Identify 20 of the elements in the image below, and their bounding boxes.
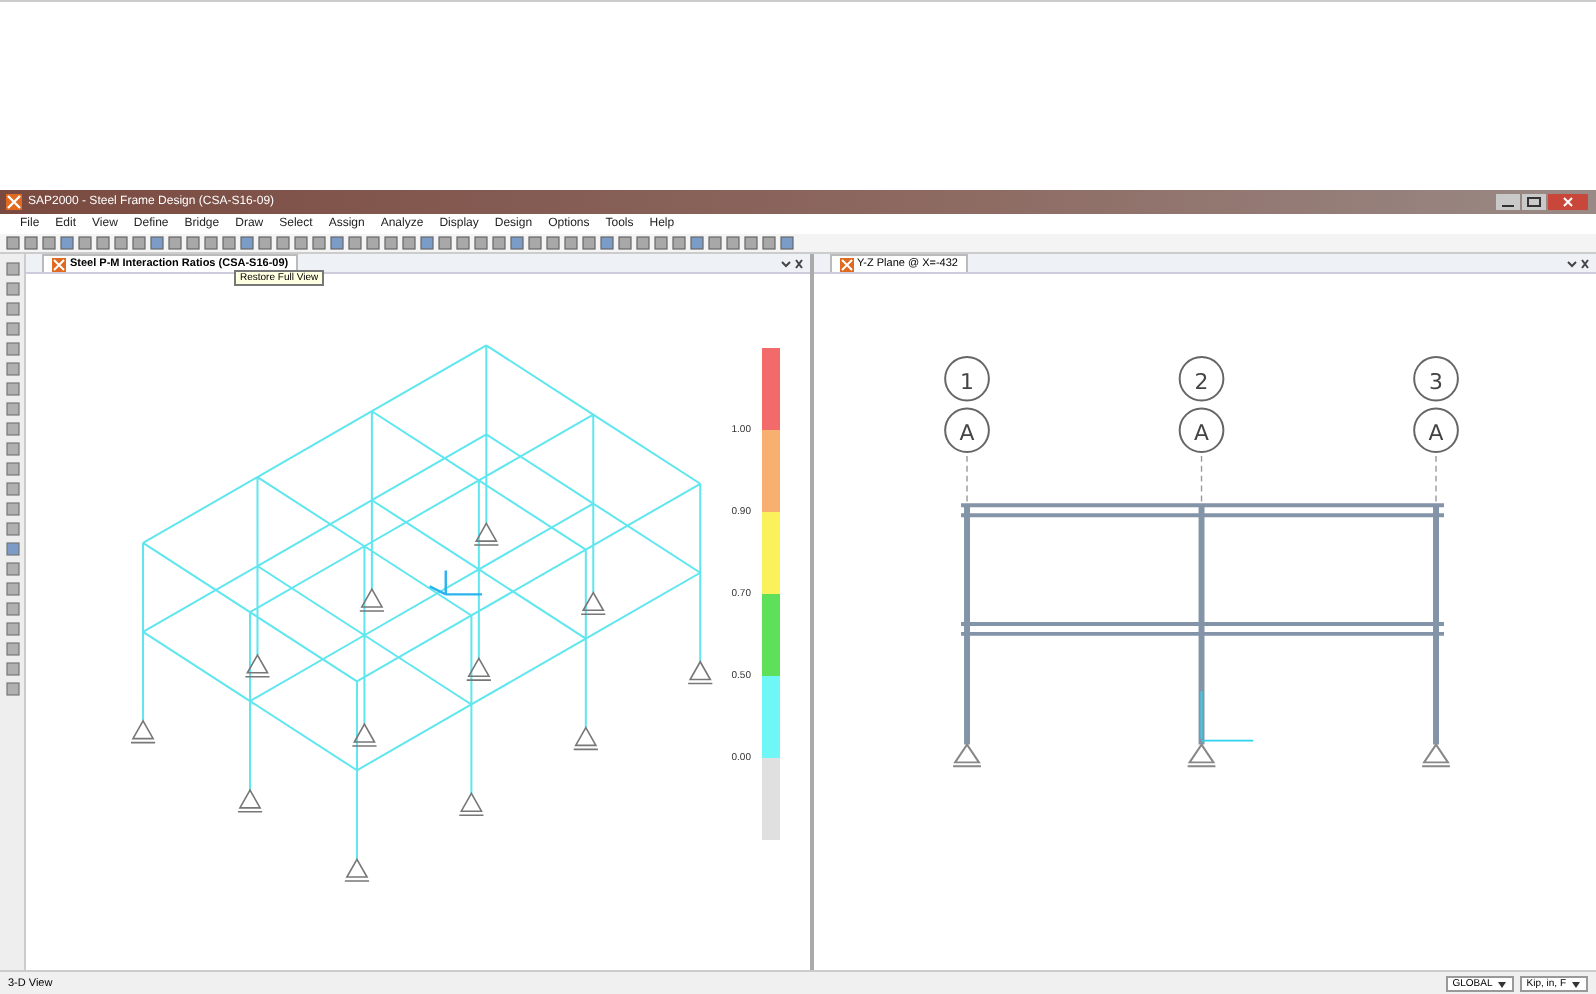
grid-label: 2 bbox=[1193, 368, 1208, 395]
maximize-icon[interactable] bbox=[1522, 194, 1546, 210]
close-icon[interactable] bbox=[1548, 194, 1588, 210]
grid-label: 1 bbox=[959, 368, 973, 395]
close-icon[interactable] bbox=[1566, 257, 1590, 269]
grid-label: A bbox=[1427, 420, 1443, 447]
grid-bubble bbox=[1412, 356, 1458, 402]
close-icon[interactable] bbox=[779, 257, 803, 269]
caret-icon bbox=[1496, 977, 1509, 989]
grid-bubble bbox=[943, 356, 989, 402]
grid-bubble bbox=[943, 407, 989, 453]
grid-bubble bbox=[1177, 407, 1224, 453]
grid-bubble bbox=[1177, 356, 1224, 402]
minimize-icon[interactable] bbox=[1496, 194, 1520, 210]
grid-bubble bbox=[1412, 407, 1458, 453]
grid-label: A bbox=[958, 420, 974, 447]
grid-label: A bbox=[1193, 420, 1208, 447]
grid-label: 3 bbox=[1428, 368, 1442, 395]
caret-icon bbox=[1570, 977, 1582, 989]
app-logo-icon bbox=[6, 194, 22, 210]
